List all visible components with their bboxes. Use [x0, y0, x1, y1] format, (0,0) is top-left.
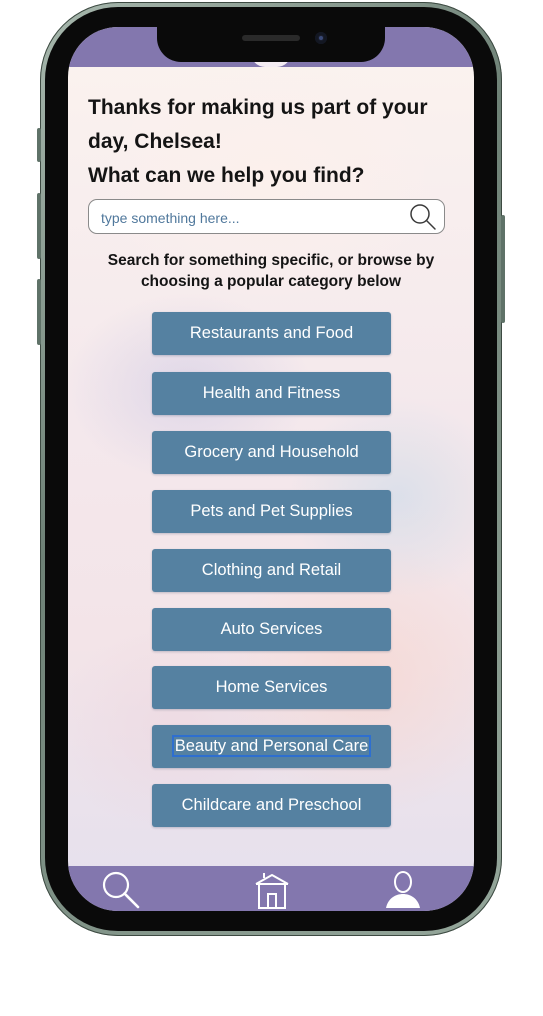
volume-down-button: [37, 279, 41, 345]
silent-switch: [37, 128, 41, 162]
front-camera: [315, 32, 327, 44]
category-health-button[interactable]: Health and Fitness: [152, 372, 391, 415]
power-button: [501, 215, 505, 323]
category-beauty-button[interactable]: Beauty and Personal Care: [152, 725, 391, 768]
volume-up-button: [37, 193, 41, 259]
greeting-line-2: day, Chelsea!: [88, 130, 222, 153]
category-grocery-button[interactable]: Grocery and Household: [152, 431, 391, 474]
category-restaurants-button[interactable]: Restaurants and Food: [152, 312, 391, 355]
storefront-icon[interactable]: [251, 870, 293, 910]
category-label: Health and Fitness: [202, 384, 341, 402]
category-label: Pets and Pet Supplies: [190, 502, 353, 520]
hint-line-2: choosing a popular category below: [140, 273, 402, 290]
search-icon[interactable]: [408, 203, 438, 231]
category-childcare-button[interactable]: Childcare and Preschool: [152, 784, 391, 827]
phone-notch: [157, 22, 385, 62]
browse-instructions: Search for something specific, or browse…: [88, 250, 454, 292]
search-input[interactable]: [99, 205, 403, 231]
profile-icon[interactable]: [382, 870, 424, 910]
category-home-button[interactable]: Home Services: [152, 666, 391, 709]
category-label: Clothing and Retail: [201, 561, 342, 579]
category-label: Grocery and Household: [184, 443, 359, 461]
search-bar: [88, 199, 445, 234]
category-clothing-button[interactable]: Clothing and Retail: [152, 549, 391, 592]
speaker-grille: [242, 35, 300, 41]
category-label: Auto Services: [220, 620, 323, 638]
search-tab-icon[interactable]: [100, 870, 142, 910]
category-label: Beauty and Personal Care: [171, 735, 372, 757]
category-label: Home Services: [215, 678, 328, 696]
hint-line-1: Search for something specific, or browse…: [107, 252, 435, 269]
bottom-tab-bar: [68, 866, 474, 911]
greeting-line-1: Thanks for making us part of your: [88, 96, 428, 119]
app-screen: Thanks for making us part of your day, C…: [68, 27, 474, 911]
greeting-heading: Thanks for making us part of your day, C…: [88, 91, 454, 193]
category-label: Childcare and Preschool: [181, 796, 362, 814]
greeting-question: What can we help you find?: [88, 164, 365, 187]
category-label: Restaurants and Food: [189, 324, 354, 342]
category-pets-button[interactable]: Pets and Pet Supplies: [152, 490, 391, 533]
category-auto-button[interactable]: Auto Services: [152, 608, 391, 651]
